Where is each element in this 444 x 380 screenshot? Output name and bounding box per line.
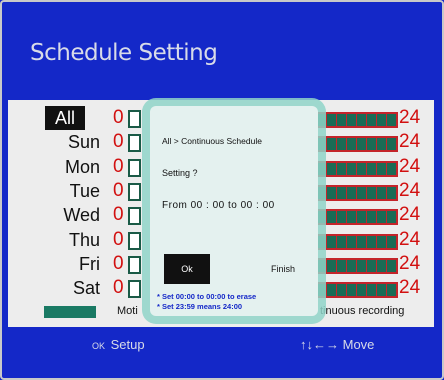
schedule-bar[interactable] <box>314 258 398 274</box>
schedule-bar-start <box>128 134 141 152</box>
hour-end-label: 24 <box>399 180 421 201</box>
day-row-sat[interactable]: Sat <box>30 276 100 300</box>
finish-button[interactable]: Finish <box>260 254 306 284</box>
schedule-bar[interactable] <box>314 234 398 250</box>
hour-start-label: 0 <box>113 277 124 298</box>
midnight-note: * Set 23:59 means 24:00 <box>157 302 243 311</box>
hour-start-label: 0 <box>113 180 124 201</box>
setup-label: Setup <box>110 337 145 352</box>
schedule-dialog: All > Continuous Schedule Setting ? From… <box>150 106 318 316</box>
schedule-bar[interactable] <box>314 161 398 177</box>
schedule-bar-start <box>128 183 141 201</box>
schedule-bar[interactable] <box>314 185 398 201</box>
schedule-bar[interactable] <box>314 112 398 128</box>
hour-start-label: 0 <box>113 253 124 274</box>
erase-note: * Set 00:00 to 00:00 to erase <box>157 292 257 301</box>
page-title: Schedule Setting <box>30 40 218 66</box>
day-row-wed[interactable]: Wed <box>30 203 100 227</box>
motion-legend-label: Moti <box>117 305 138 317</box>
hour-start-label: 0 <box>113 156 124 177</box>
schedule-bar-start <box>128 256 141 274</box>
dialog-breadcrumb: All > Continuous Schedule <box>162 136 262 146</box>
range-mid: to <box>228 200 238 211</box>
continuous-legend-swatch <box>44 306 96 318</box>
dialog-question: Setting ? <box>162 168 198 178</box>
schedule-bar-start <box>128 280 141 298</box>
hour-start-label: 0 <box>113 107 124 128</box>
schedule-bar[interactable] <box>314 282 398 298</box>
move-hint: ↑↓←→ Move <box>300 337 374 352</box>
time-range: From 00 : 00 to 00 : 00 <box>162 200 275 211</box>
hour-start-label: 0 <box>113 131 124 152</box>
day-row-all[interactable]: All <box>45 106 85 130</box>
from-time-field[interactable]: 00 : 00 <box>191 200 225 211</box>
schedule-bar-start <box>128 159 141 177</box>
hour-start-label: 0 <box>113 229 124 250</box>
schedule-bar-start <box>128 207 141 225</box>
ok-key-icon: OK <box>92 341 106 351</box>
to-time-field[interactable]: 00 : 00 <box>241 200 275 211</box>
schedule-bar[interactable] <box>314 209 398 225</box>
hour-end-label: 24 <box>399 131 421 152</box>
hour-start-label: 0 <box>113 204 124 225</box>
move-label: Move <box>342 337 375 352</box>
hour-end-label: 24 <box>399 107 421 128</box>
hour-end-label: 24 <box>399 204 421 225</box>
day-row-sun[interactable]: Sun <box>30 130 100 154</box>
hour-end-label: 24 <box>399 156 421 177</box>
schedule-bar-start <box>128 232 141 250</box>
hour-end-label: 24 <box>399 277 421 298</box>
day-row-fri[interactable]: Fri <box>30 252 100 276</box>
range-prefix: From <box>162 200 188 211</box>
ok-button[interactable]: Ok <box>164 254 210 284</box>
setup-hint: OK Setup <box>92 337 145 352</box>
hour-end-label: 24 <box>399 253 421 274</box>
continuous-legend-label: tinuous recording <box>320 305 405 317</box>
day-row-tue[interactable]: Tue <box>30 179 100 203</box>
schedule-bar-start <box>128 110 141 128</box>
arrow-keys-icon: ↑↓←→ <box>300 337 339 352</box>
hour-end-label: 24 <box>399 229 421 250</box>
day-row-thu[interactable]: Thu <box>30 228 100 252</box>
day-row-mon[interactable]: Mon <box>30 155 100 179</box>
schedule-bar[interactable] <box>314 136 398 152</box>
